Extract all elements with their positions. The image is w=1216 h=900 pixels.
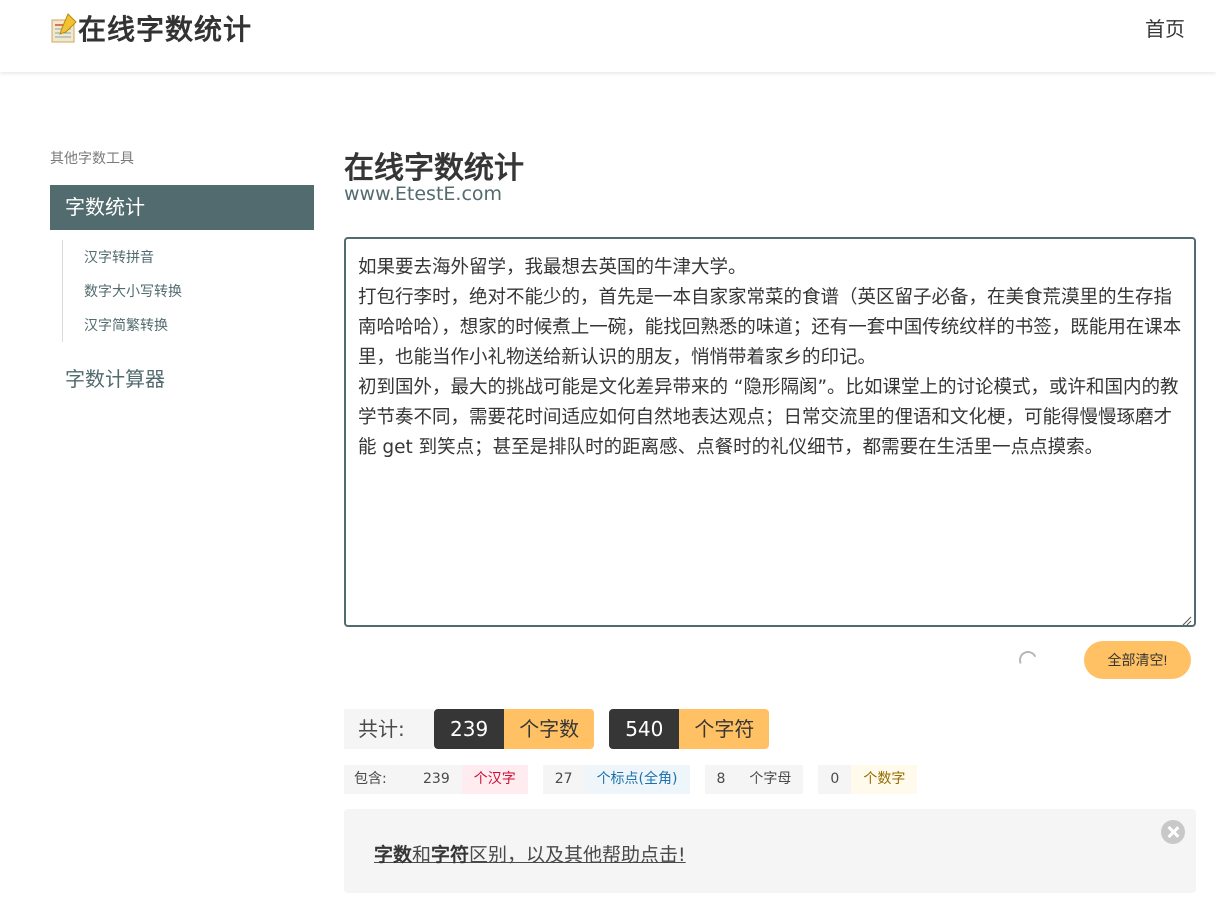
nav-home-link[interactable]: 首页: [1145, 13, 1185, 42]
help-link-word: 字数: [374, 844, 413, 866]
hanzi-unit: 个汉字: [461, 765, 528, 794]
letter-count: 8: [704, 765, 738, 794]
digit-count: 0: [818, 765, 852, 794]
sidebar-item-pinyin[interactable]: 汉字转拼音: [84, 240, 182, 274]
details-tags: 包含: 239 个汉字 27 个标点(全角) 8 个字母 0 个数字: [344, 765, 918, 794]
punct-count: 27: [542, 765, 585, 794]
text-input-area[interactable]: 如果要去海外留学，我最想去英国的牛津大学。 打包行李时，绝对不能少的，首先是一本…: [344, 237, 1196, 627]
sidebar-item-word-count[interactable]: 字数统计: [50, 185, 314, 230]
totals-label: 共计:: [344, 709, 434, 749]
help-link[interactable]: 字数和字符区别，以及其他帮助点击!: [374, 840, 686, 867]
char-count-value: 540: [609, 709, 680, 749]
digit-unit: 个数字: [851, 765, 918, 794]
details-label: 包含:: [344, 765, 411, 794]
notebook-pencil-icon: [50, 12, 78, 44]
loading-spinner-icon: [1016, 648, 1040, 672]
help-notification: 字数和字符区别，以及其他帮助点击!: [344, 809, 1196, 893]
punct-unit: 个标点(全角): [584, 765, 690, 794]
sidebar-item-number-case[interactable]: 数字大小写转换: [84, 274, 182, 308]
navbar: 在线字数统计 首页: [0, 0, 1216, 72]
letter-unit: 个字母: [737, 765, 804, 794]
brand-text: 在线字数统计: [78, 13, 253, 46]
word-count-value: 239: [434, 709, 505, 749]
word-count-unit: 个字数: [504, 709, 595, 749]
sidebar-item-simplified-traditional[interactable]: 汉字简繁转换: [84, 308, 182, 342]
sidebar-item-calculator[interactable]: 字数计算器: [65, 363, 165, 392]
resize-handle-icon[interactable]: [1180, 611, 1192, 626]
sidebar-submenu: 汉字转拼音 数字大小写转换 汉字简繁转换: [62, 240, 182, 342]
help-link-and: 和: [412, 844, 432, 866]
close-icon[interactable]: [1161, 820, 1185, 844]
help-link-rest: 区别，以及其他帮助点击!: [469, 844, 686, 866]
page-title: 在线字数统计: [344, 151, 524, 186]
hanzi-count: 239: [411, 765, 462, 794]
page-subtitle: www.EtestE.com: [344, 183, 503, 205]
totals-tags: 共计: 239 个字数 540 个字符: [344, 709, 770, 749]
brand-logo[interactable]: 在线字数统计: [50, 8, 252, 48]
sidebar-label: 其他字数工具: [50, 151, 134, 167]
clear-all-button[interactable]: 全部清空!: [1084, 641, 1191, 679]
help-link-char: 字符: [431, 844, 470, 866]
char-count-unit: 个字符: [679, 709, 770, 749]
